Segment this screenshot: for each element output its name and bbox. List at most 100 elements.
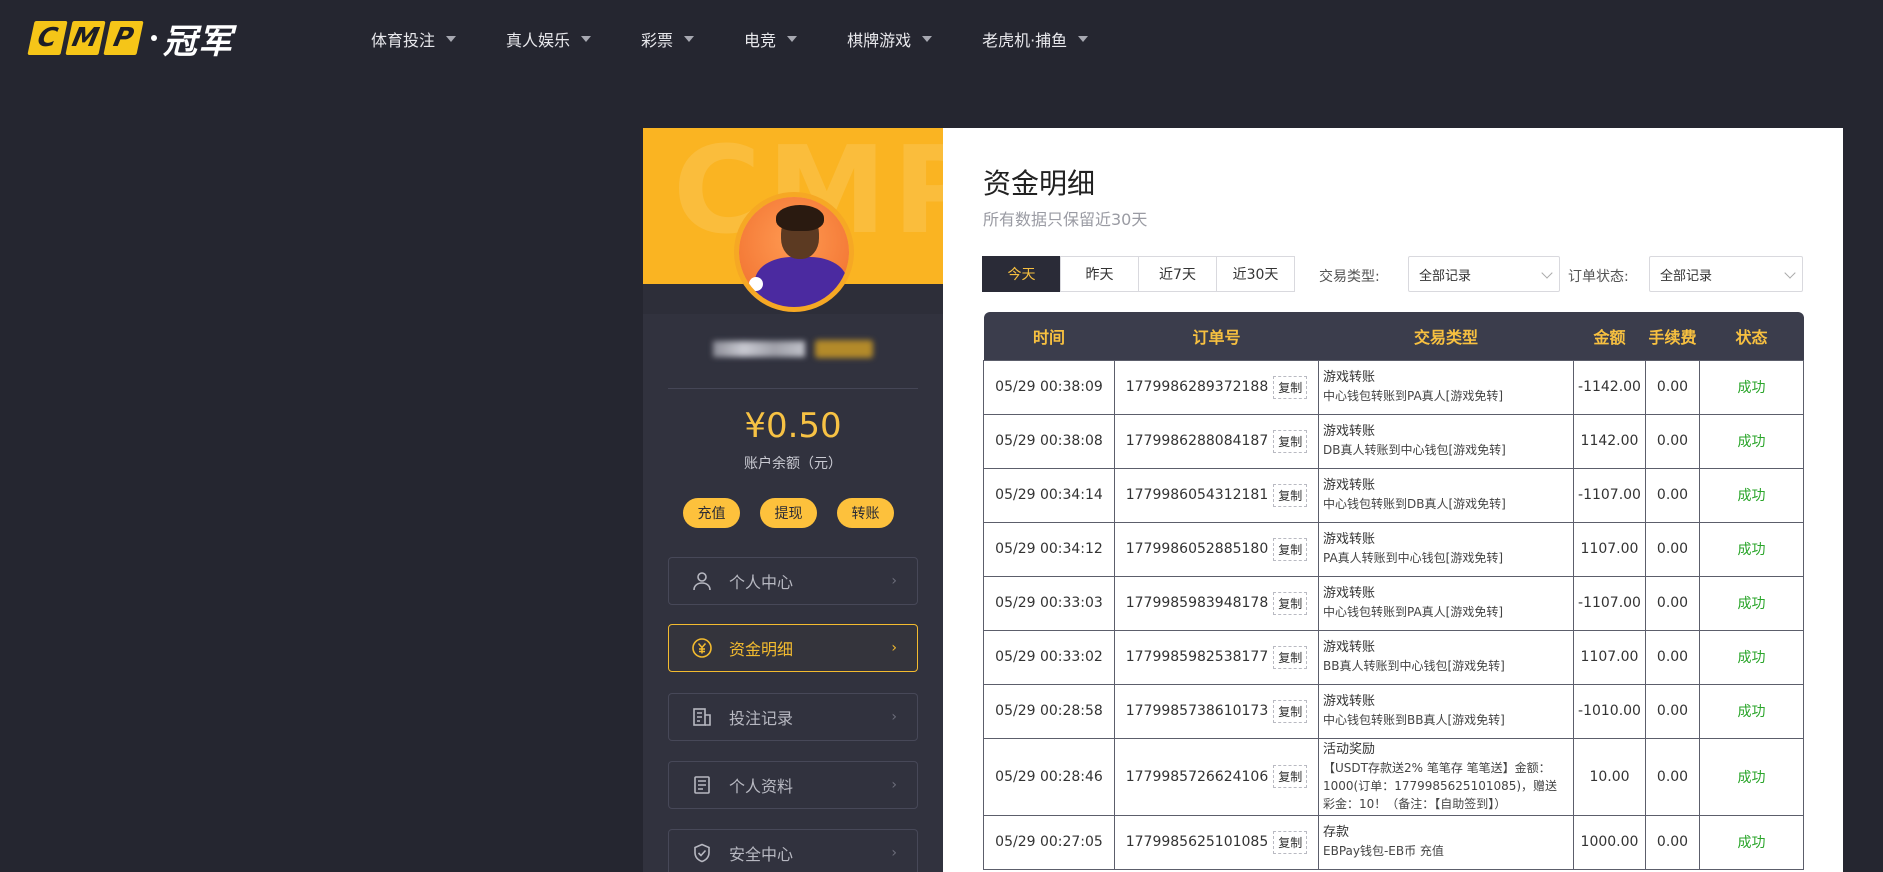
withdraw-button[interactable]: 提现 <box>760 498 817 528</box>
chevron-right-icon: › <box>891 709 897 725</box>
avatar-jersey <box>755 257 847 307</box>
site-logo[interactable]: C M P 冠军 <box>27 20 233 62</box>
order-number: 1779985982538177 <box>1125 649 1269 665</box>
tab-last-7-days[interactable]: 近7天 <box>1138 256 1217 292</box>
chevron-down-icon <box>446 36 457 42</box>
type-description: 中心钱包转账到PA真人[游戏免转] <box>1323 605 1504 619</box>
chevron-down-icon <box>1078 36 1089 42</box>
nav-item-sports[interactable]: 体育投注 <box>371 27 457 51</box>
cell-status: 成功 <box>1699 359 1804 415</box>
cell-type: 活动奖励 【USDT存款送2% 笔笔存 笔笔送】金额：1000(订单：177998… <box>1318 737 1574 816</box>
chevron-down-icon <box>1541 267 1553 279</box>
fund-records-table: 时间 订单号 交易类型 金额 手续费 状态 05/29 00:38:09 177… <box>983 312 1804 870</box>
cell-time: 05/29 00:34:14 <box>983 467 1115 523</box>
order-status-select[interactable]: 全部记录 <box>1649 256 1803 292</box>
order-number: 1779986288084187 <box>1125 433 1269 449</box>
date-range-tabs: 今天 昨天 近7天 近30天 <box>982 256 1295 292</box>
copy-button[interactable]: 复制 <box>1273 830 1308 854</box>
chevron-down-icon <box>684 36 695 42</box>
tab-yesterday[interactable]: 昨天 <box>1060 256 1139 292</box>
page-title: 资金明细 <box>983 167 1096 200</box>
nav-label: 彩票 <box>641 31 674 50</box>
cell-fee: 0.00 <box>1645 521 1700 577</box>
nav-item-lottery[interactable]: 彩票 <box>641 27 695 51</box>
cell-status: 成功 <box>1699 737 1804 816</box>
table-row: 05/29 00:33:02 1779985982538177 复制 游戏转账 BB… <box>983 629 1804 685</box>
fund-details-panel: 资金明细 所有数据只保留近30天 今天 昨天 近7天 近30天 交易类型: 全部… <box>943 128 1843 872</box>
top-header: C M P 冠军 体育投注 真人娱乐 彩票 电竞 棋牌游戏 老虎机·捕鱼 <box>0 0 1883 76</box>
cell-order: 1779985982538177 复制 <box>1114 629 1319 685</box>
col-header-type: 交易类型 <box>1318 312 1574 360</box>
cell-fee: 0.00 <box>1645 814 1700 870</box>
copy-button[interactable]: 复制 <box>1273 429 1308 453</box>
copy-button[interactable]: 复制 <box>1273 537 1308 561</box>
cell-status: 成功 <box>1699 629 1804 685</box>
transaction-type-select[interactable]: 全部记录 <box>1408 256 1560 292</box>
copy-button[interactable]: 复制 <box>1273 375 1308 399</box>
cell-fee: 0.00 <box>1645 467 1700 523</box>
cell-type: 游戏转账 BB真人转账到中心钱包[游戏免转] <box>1318 629 1574 685</box>
cell-amount: 1107.00 <box>1573 521 1646 577</box>
deposit-button[interactable]: 充值 <box>683 498 740 528</box>
logo-text: 冠军 <box>163 21 233 62</box>
sidebar-item-profile-center[interactable]: 个人中心 › <box>668 557 918 605</box>
type-title: 游戏转账 <box>1323 586 1376 601</box>
nav-item-live-casino[interactable]: 真人娱乐 <box>506 27 592 51</box>
tab-today[interactable]: 今天 <box>982 256 1061 292</box>
tab-last-30-days[interactable]: 近30天 <box>1216 256 1295 292</box>
status-text: 成功 <box>1737 650 1766 666</box>
logo-letter-c: C <box>27 21 68 55</box>
cell-time: 05/29 00:27:05 <box>983 814 1115 870</box>
cell-fee: 0.00 <box>1645 413 1700 469</box>
avatar[interactable] <box>734 192 854 312</box>
copy-button[interactable]: 复制 <box>1273 765 1308 788</box>
type-description: DB真人转账到中心钱包[游戏免转] <box>1323 443 1506 457</box>
sidebar-item-security-center[interactable]: 安全中心 › <box>668 829 918 872</box>
cell-order: 1779985738610173 复制 <box>1114 683 1319 739</box>
copy-button[interactable]: 复制 <box>1273 645 1308 669</box>
status-text: 成功 <box>1737 704 1766 720</box>
copy-button[interactable]: 复制 <box>1273 591 1308 615</box>
table-row: 05/29 00:28:46 1779985726624106 复制 活动奖励 【U… <box>983 737 1804 816</box>
table-row: 05/29 00:38:09 1779986289372188 复制 游戏转账 中心… <box>983 359 1804 415</box>
cell-status: 成功 <box>1699 814 1804 870</box>
logo-dot <box>151 35 157 41</box>
type-description: 【USDT存款送2% 笔笔存 笔笔送】金额：1000(订单：1779985625… <box>1323 760 1558 811</box>
sidebar-item-label: 投注记录 <box>729 709 794 728</box>
cell-amount: 1000.00 <box>1573 814 1646 870</box>
shield-check-icon <box>691 842 713 864</box>
main-nav: 体育投注 真人娱乐 彩票 电竞 棋牌游戏 老虎机·捕鱼 <box>371 27 1138 51</box>
cell-fee: 0.00 <box>1645 683 1700 739</box>
order-number: 1779985726624106 <box>1125 768 1269 785</box>
chevron-right-icon: › <box>891 777 897 793</box>
table-row: 05/29 00:27:05 1779985625101085 复制 存款 EBPa… <box>983 814 1804 870</box>
sidebar-item-bet-records[interactable]: 投注记录 › <box>668 693 918 741</box>
copy-button[interactable]: 复制 <box>1273 699 1308 723</box>
type-title: 游戏转账 <box>1323 370 1376 385</box>
transaction-type-label: 交易类型: <box>1319 269 1380 285</box>
col-header-fee: 手续费 <box>1645 312 1700 360</box>
cell-type: 游戏转账 中心钱包转账到BB真人[游戏免转] <box>1318 683 1574 739</box>
cell-amount: -1107.00 <box>1573 467 1646 523</box>
vip-badge-blurred <box>815 340 873 358</box>
copy-button[interactable]: 复制 <box>1273 483 1308 507</box>
status-text: 成功 <box>1737 434 1766 450</box>
sidebar-item-personal-info[interactable]: 个人资料 › <box>668 761 918 809</box>
nav-item-card-games[interactable]: 棋牌游戏 <box>847 27 933 51</box>
cell-status: 成功 <box>1699 683 1804 739</box>
order-number: 1779985983948178 <box>1125 595 1269 611</box>
logo-letter-p: P <box>103 21 144 55</box>
table-row: 05/29 00:34:12 1779986052885180 复制 游戏转账 PA… <box>983 521 1804 577</box>
sidebar-item-label: 安全中心 <box>729 845 794 864</box>
table-row: 05/29 00:33:03 1779985983948178 复制 游戏转账 中心… <box>983 575 1804 631</box>
sidebar-item-fund-details[interactable]: 资金明细 › <box>668 624 918 672</box>
type-title: 游戏转账 <box>1323 532 1376 547</box>
nav-label: 真人娱乐 <box>506 31 571 50</box>
order-number: 1779986289372188 <box>1125 379 1269 395</box>
type-description: BB真人转账到中心钱包[游戏免转] <box>1323 659 1505 673</box>
nav-item-esports[interactable]: 电竞 <box>744 27 798 51</box>
nav-item-slots-fishing[interactable]: 老虎机·捕鱼 <box>982 27 1089 51</box>
transfer-button[interactable]: 转账 <box>837 498 894 528</box>
cell-order: 1779985983948178 复制 <box>1114 575 1319 631</box>
type-description: 中心钱包转账到DB真人[游戏免转] <box>1323 497 1506 511</box>
